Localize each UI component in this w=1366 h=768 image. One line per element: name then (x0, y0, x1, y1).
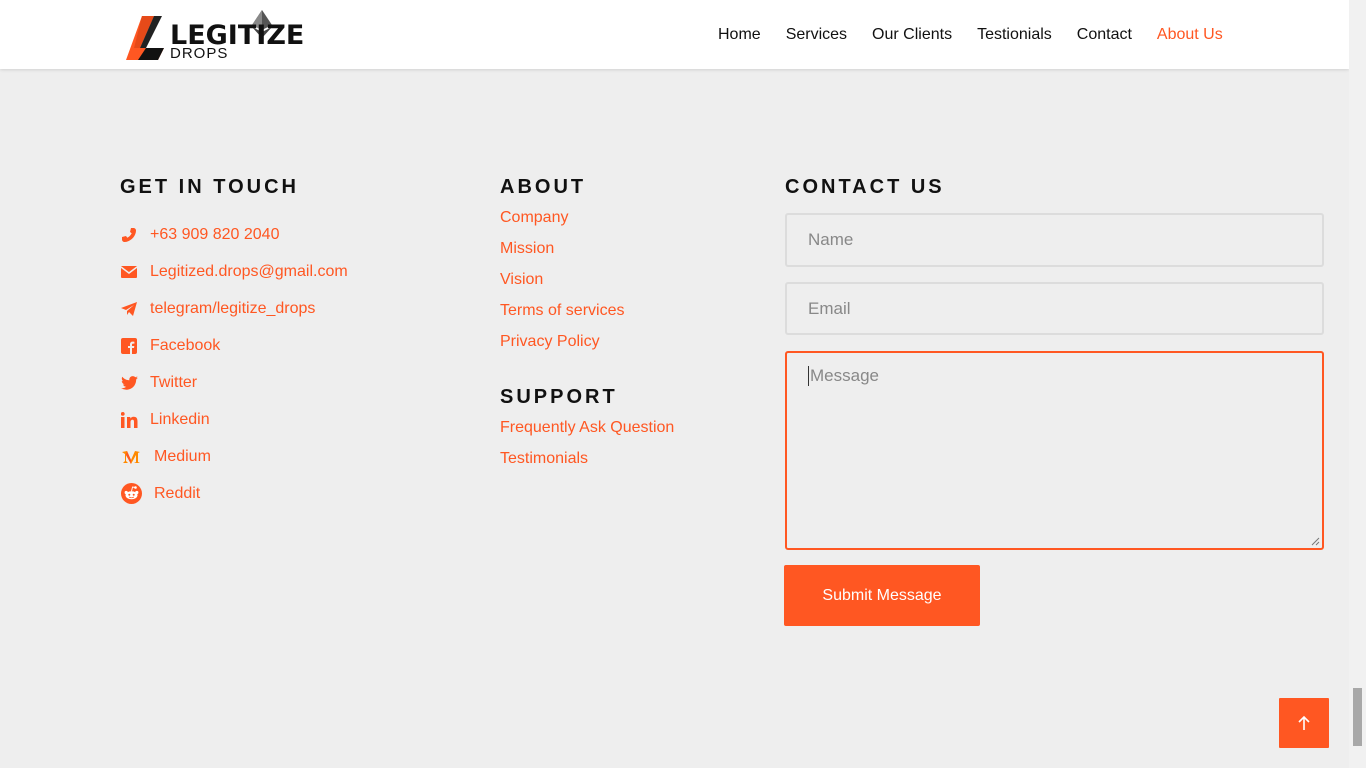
vision-link[interactable]: Vision (500, 271, 543, 288)
terms-link[interactable]: Terms of services (500, 302, 624, 319)
linkedin-link[interactable]: Linkedin (150, 411, 210, 429)
top-navbar: LEGITIZE DROPS Home Services Our Clients… (0, 0, 1349, 69)
list-item: Privacy Policy (500, 333, 674, 364)
message-textarea[interactable]: Message (785, 351, 1324, 550)
message-placeholder: Message (810, 366, 879, 385)
faq-link[interactable]: Frequently Ask Question (500, 419, 674, 436)
telegram-link[interactable]: telegram/legitize_drops (150, 300, 315, 318)
linkedin-icon (120, 411, 138, 429)
about-section: ABOUT Company Mission Vision Terms of se… (500, 176, 674, 481)
testimonials-link[interactable]: Testimonials (500, 450, 588, 467)
email-link[interactable]: Legitized.drops@gmail.com (150, 263, 348, 281)
facebook-link[interactable]: Facebook (150, 337, 220, 355)
arrow-up-icon (1298, 715, 1310, 730)
about-links-list: Company Mission Vision Terms of services… (500, 209, 674, 364)
nav-our-clients[interactable]: Our Clients (872, 26, 952, 44)
page-scrollbar[interactable] (1349, 0, 1366, 768)
email-input[interactable]: Email (785, 282, 1324, 335)
get-in-touch-heading: GET IN TOUCH (120, 176, 299, 198)
list-item: Facebook (120, 327, 348, 364)
list-item: Mission (500, 240, 674, 271)
nav-home[interactable]: Home (718, 26, 761, 44)
back-to-top-button[interactable] (1279, 698, 1329, 748)
contact-links-list: +63 909 820 2040 Legitized.drops@gmail.c… (120, 216, 348, 512)
name-input[interactable]: Name (785, 213, 1324, 267)
nav-about-us[interactable]: About Us (1157, 26, 1223, 44)
submit-message-button[interactable]: Submit Message (784, 565, 980, 626)
main-nav: Home Services Our Clients Testionials Co… (718, 26, 1248, 44)
twitter-link[interactable]: Twitter (150, 374, 197, 392)
phone-icon (120, 226, 138, 244)
list-item: Twitter (120, 364, 348, 401)
resize-handle-icon[interactable] (1311, 537, 1320, 546)
brand-subname: DROPS (170, 45, 229, 62)
medium-icon (120, 448, 142, 466)
list-item: Vision (500, 271, 674, 302)
text-caret (808, 366, 809, 386)
support-heading: SUPPORT (500, 386, 618, 408)
list-item: Medium (120, 438, 348, 475)
support-links-list: Frequently Ask Question Testimonials (500, 419, 674, 481)
facebook-icon (120, 337, 138, 355)
list-item: Company (500, 209, 674, 240)
list-item: Legitized.drops@gmail.com (120, 253, 348, 290)
contact-us-section: CONTACT US Name Email Message (785, 176, 1324, 550)
privacy-policy-link[interactable]: Privacy Policy (500, 333, 600, 350)
envelope-icon (120, 263, 138, 281)
list-item: Frequently Ask Question (500, 419, 674, 450)
scrollbar-thumb[interactable] (1353, 688, 1362, 746)
get-in-touch-section: GET IN TOUCH +63 909 820 2040 Legitized.… (120, 176, 348, 512)
reddit-icon (120, 483, 142, 505)
nav-contact[interactable]: Contact (1077, 26, 1132, 44)
email-placeholder: Email (808, 298, 851, 318)
telegram-icon (120, 300, 138, 318)
list-item: telegram/legitize_drops (120, 290, 348, 327)
list-item: Reddit (120, 475, 348, 512)
list-item: +63 909 820 2040 (120, 216, 348, 253)
phone-link[interactable]: +63 909 820 2040 (150, 226, 279, 244)
medium-link[interactable]: Medium (154, 448, 211, 466)
twitter-icon (120, 374, 138, 392)
mission-link[interactable]: Mission (500, 240, 554, 257)
company-link[interactable]: Company (500, 209, 568, 226)
list-item: Testimonials (500, 450, 674, 481)
brand-logo[interactable]: LEGITIZE DROPS (124, 10, 309, 64)
list-item: Terms of services (500, 302, 674, 333)
name-placeholder: Name (808, 230, 854, 249)
about-heading: ABOUT (500, 176, 587, 198)
reddit-link[interactable]: Reddit (154, 485, 200, 503)
contact-us-heading: CONTACT US (785, 176, 945, 198)
nav-testimonials[interactable]: Testionials (977, 26, 1052, 44)
list-item: Linkedin (120, 401, 348, 438)
nav-services[interactable]: Services (786, 26, 847, 44)
